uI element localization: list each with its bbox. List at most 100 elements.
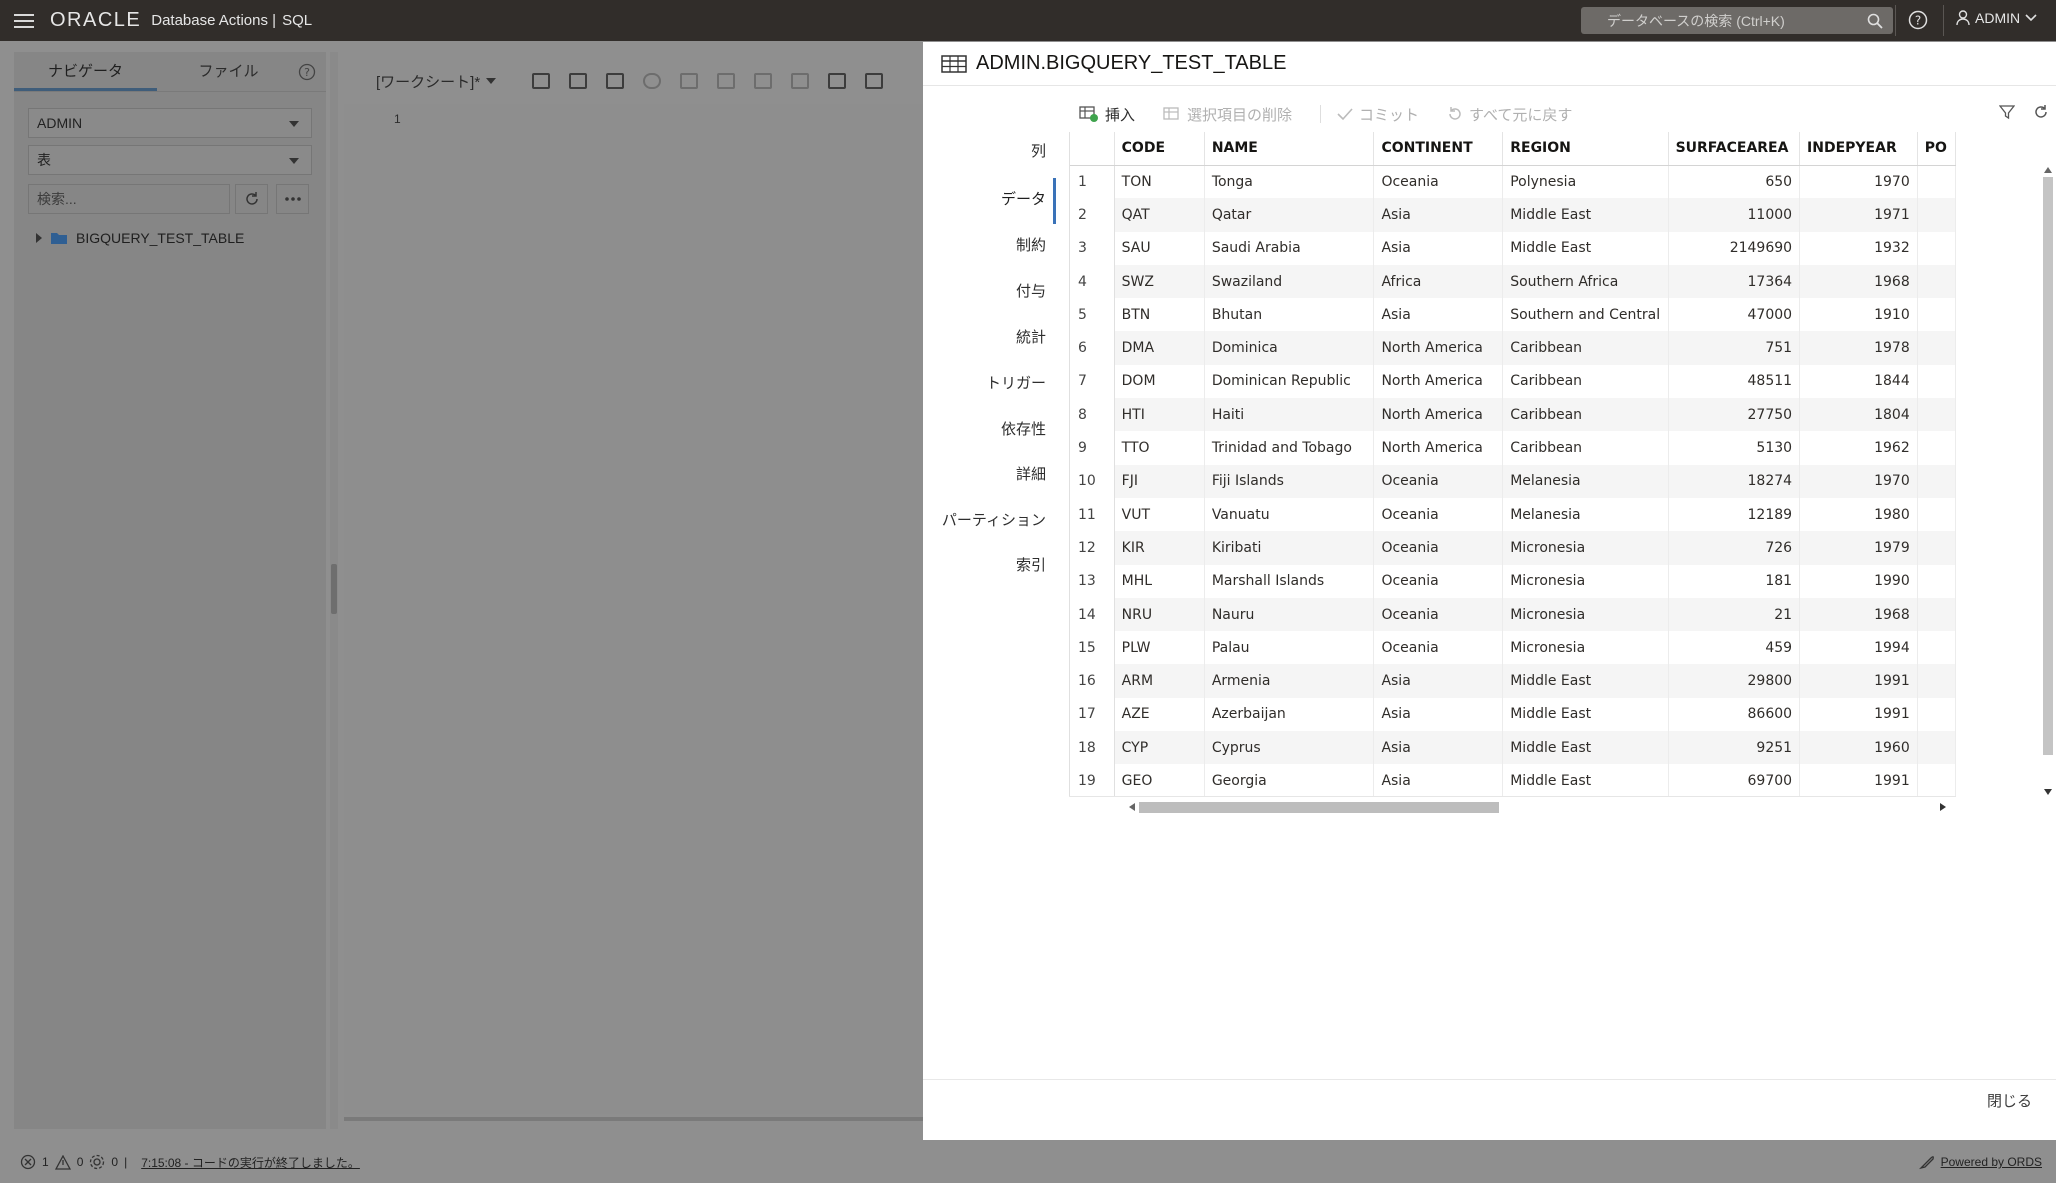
table-cell[interactable]: [1917, 631, 1956, 665]
table-cell[interactable]: SAU: [1114, 231, 1205, 265]
table-cell[interactable]: QAT: [1114, 198, 1205, 232]
scroll-left-icon[interactable]: [1129, 803, 1135, 811]
table-cell[interactable]: Asia: [1373, 731, 1504, 765]
column-header[interactable]: REGION: [1502, 132, 1669, 166]
table-row[interactable]: 5 BTN Bhutan Asia Southern and Central 47000 1…: [1070, 298, 1956, 332]
schema-select[interactable]: ADMIN: [28, 108, 312, 138]
table-cell[interactable]: 1980: [1799, 497, 1918, 532]
table-cell[interactable]: Palau: [1204, 631, 1375, 665]
table-cell[interactable]: 86600: [1668, 697, 1801, 732]
user-menu[interactable]: ADMIN: [1956, 10, 2037, 26]
table-cell[interactable]: Bhutan: [1204, 298, 1375, 332]
insert-row-button[interactable]: 挿入: [1079, 104, 1135, 125]
table-cell[interactable]: Nauru: [1204, 597, 1375, 632]
table-cell[interactable]: AZE: [1114, 697, 1205, 732]
table-cell[interactable]: 29800: [1668, 664, 1801, 698]
side-tab-grants[interactable]: 付与: [1016, 280, 1046, 301]
table-cell[interactable]: 11000: [1668, 198, 1801, 232]
table-cell[interactable]: [1917, 531, 1956, 565]
panel-splitter[interactable]: [330, 52, 338, 1129]
table-cell[interactable]: Oceania: [1373, 631, 1504, 665]
table-cell[interactable]: 1971: [1799, 198, 1918, 232]
table-cell[interactable]: Trinidad and Tobago: [1204, 431, 1375, 465]
table-cell[interactable]: [1917, 331, 1956, 365]
table-cell[interactable]: Kiribati: [1204, 531, 1375, 565]
tree-item-table[interactable]: BIGQUERY_TEST_TABLE: [36, 230, 244, 246]
table-cell[interactable]: SWZ: [1114, 264, 1205, 299]
column-header[interactable]: INDEPYEAR: [1799, 132, 1918, 166]
table-cell[interactable]: Marshall Islands: [1204, 564, 1375, 598]
ords-link[interactable]: Powered by ORDS: [1918, 1154, 2042, 1170]
table-cell[interactable]: Asia: [1373, 697, 1504, 732]
table-cell[interactable]: 1994: [1799, 631, 1918, 665]
table-row[interactable]: 4 SWZ Swaziland Africa Southern Africa 17364 1…: [1070, 264, 1956, 299]
side-tab-indexes[interactable]: 索引: [1016, 554, 1046, 575]
table-cell[interactable]: Polynesia: [1502, 165, 1669, 199]
table-cell[interactable]: 1932: [1799, 231, 1918, 265]
open-folder-icon[interactable]: [569, 73, 588, 89]
side-tab-statistics[interactable]: 統計: [1016, 326, 1046, 347]
table-cell[interactable]: Saudi Arabia: [1204, 231, 1375, 265]
navigator-search-input[interactable]: 検索...: [28, 184, 230, 214]
table-cell[interactable]: [1917, 364, 1956, 399]
filter-icon[interactable]: [1999, 104, 2015, 120]
table-cell[interactable]: Caribbean: [1502, 331, 1669, 365]
table-cell[interactable]: Southern Africa: [1502, 264, 1669, 299]
column-header[interactable]: CODE: [1114, 132, 1205, 166]
splitter-grip[interactable]: [331, 564, 337, 614]
table-cell[interactable]: Fiji Islands: [1204, 464, 1375, 498]
table-cell[interactable]: 17364: [1668, 264, 1801, 299]
table-row[interactable]: 3 SAU Saudi Arabia Asia Middle East 2149690 19…: [1070, 231, 1956, 265]
table-cell[interactable]: TON: [1114, 165, 1205, 199]
table-cell[interactable]: KIR: [1114, 531, 1205, 565]
table-cell[interactable]: 1962: [1799, 431, 1918, 465]
table-row[interactable]: 18 CYP Cyprus Asia Middle East 9251 1960: [1070, 731, 1956, 765]
table-cell[interactable]: Vanuatu: [1204, 497, 1375, 532]
table-cell[interactable]: 726: [1668, 531, 1801, 565]
table-cell[interactable]: 5130: [1668, 431, 1801, 465]
table-cell[interactable]: Micronesia: [1502, 564, 1669, 598]
side-tab-constraints[interactable]: 制約: [1016, 234, 1046, 255]
table-cell[interactable]: 69700: [1668, 764, 1801, 796]
table-row[interactable]: 8 HTI Haiti North America Caribbean 27750 1804: [1070, 398, 1956, 432]
table-row[interactable]: 1 TON Tonga Oceania Polynesia 650 1970: [1070, 165, 1956, 199]
editor-splitter[interactable]: [344, 1117, 924, 1121]
table-cell[interactable]: 181: [1668, 564, 1801, 598]
table-cell[interactable]: 1990: [1799, 564, 1918, 598]
table-cell[interactable]: Melanesia: [1502, 497, 1669, 532]
table-cell[interactable]: Oceania: [1373, 464, 1504, 498]
table-cell[interactable]: 1978: [1799, 331, 1918, 365]
format-icon[interactable]: [754, 73, 773, 89]
table-cell[interactable]: [1917, 264, 1956, 299]
table-cell[interactable]: Dominican Republic: [1204, 364, 1375, 399]
scroll-right-icon[interactable]: [1940, 803, 1946, 811]
side-tab-columns[interactable]: 列: [1031, 140, 1046, 161]
table-cell[interactable]: 1970: [1799, 165, 1918, 199]
table-cell[interactable]: [1917, 398, 1956, 432]
table-cell[interactable]: GEO: [1114, 764, 1205, 796]
data-grid[interactable]: CODE NAME CONTINENT REGION SURFACEAREA I…: [1069, 132, 1956, 796]
table-cell[interactable]: Asia: [1373, 198, 1504, 232]
clear-icon[interactable]: [791, 73, 810, 89]
table-cell[interactable]: DMA: [1114, 331, 1205, 365]
table-cell[interactable]: Southern and Central: [1502, 298, 1669, 332]
indent-icon[interactable]: [865, 73, 884, 89]
table-cell[interactable]: HTI: [1114, 398, 1205, 432]
table-cell[interactable]: [1917, 198, 1956, 232]
product-name[interactable]: Database Actions |: [151, 12, 276, 29]
table-row[interactable]: 9 TTO Trinidad and Tobago North America Cari…: [1070, 431, 1956, 465]
table-cell[interactable]: [1917, 764, 1956, 796]
table-cell[interactable]: Armenia: [1204, 664, 1375, 698]
autotrace-icon[interactable]: [717, 73, 736, 89]
table-cell[interactable]: [1917, 497, 1956, 532]
table-cell[interactable]: 2149690: [1668, 231, 1801, 265]
table-row[interactable]: 14 NRU Nauru Oceania Micronesia 21 1968: [1070, 597, 1956, 632]
table-cell[interactable]: Georgia: [1204, 764, 1375, 796]
side-tab-data[interactable]: データ: [1001, 188, 1046, 209]
new-worksheet-icon[interactable]: [532, 73, 551, 89]
side-tab-details[interactable]: 詳細: [1016, 463, 1046, 484]
table-cell[interactable]: 1968: [1799, 597, 1918, 632]
table-cell[interactable]: Asia: [1373, 298, 1504, 332]
side-tab-triggers[interactable]: トリガー: [986, 372, 1046, 393]
table-cell[interactable]: 459: [1668, 631, 1801, 665]
